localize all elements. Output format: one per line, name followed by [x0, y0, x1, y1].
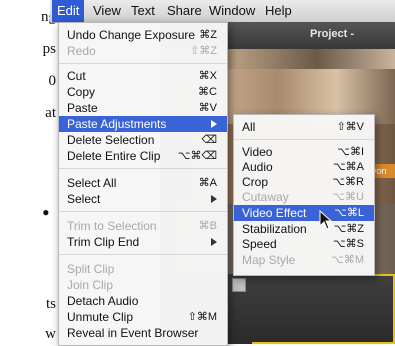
menu-item-trim-to-selection: Trim to Selection ⌘B [59, 218, 227, 234]
menu-separator [59, 168, 227, 169]
menu-shortcut: ⌥⌘I [337, 146, 364, 158]
submenu-item-all[interactable]: All ⇧⌘V [234, 119, 374, 135]
paste-adjustments-submenu: All ⇧⌘V Video ⌥⌘I Audio ⌥⌘A Crop ⌥⌘R Cut… [233, 114, 375, 276]
project-title: Project - Arizona_S [220, 22, 395, 65]
menu-item-label: Map Style [242, 253, 296, 267]
menu-item-label: Undo Change Exposure [67, 28, 196, 42]
page-fragment: w [45, 326, 56, 342]
menu-item-detach-audio[interactable]: Detach Audio [59, 293, 227, 309]
menu-item-undo[interactable]: Undo Change Exposure ⌘Z [59, 27, 227, 43]
menu-shortcut: ⌥⌘A [332, 161, 364, 173]
submenu-item-video[interactable]: Video ⌥⌘I [234, 144, 374, 160]
menu-shortcut: ⇧⌘Z [190, 45, 217, 57]
menu-item-label: Redo [67, 44, 96, 58]
menu-separator [59, 63, 227, 64]
menu-item-cut[interactable]: Cut ⌘X [59, 68, 227, 84]
menu-help[interactable]: Help [260, 0, 297, 22]
page-fragment: 0 [48, 73, 57, 89]
menu-item-label: Reveal in Event Browser [67, 326, 199, 340]
selected-clip[interactable] [252, 274, 395, 344]
submenu-item-speed[interactable]: Speed ⌥⌘S [234, 236, 374, 252]
menu-item-label: Copy [67, 85, 96, 99]
menu-item-label: Stabilization [242, 222, 307, 236]
menu-shortcut: ⌥⌘S [332, 238, 364, 250]
background-page: ng ps 0 at • ts w [0, 0, 60, 344]
menu-item-label: Delete Selection [67, 133, 155, 147]
menu-shortcut: ⌥⌘Z [333, 223, 364, 235]
menu-shortcut: ⌥⌘M [331, 254, 364, 266]
submenu-arrow-icon [211, 238, 217, 246]
menu-shortcut: ⇧⌘V [336, 121, 364, 133]
menu-item-label: All [242, 120, 256, 134]
menu-item-label: Select All [67, 176, 117, 190]
edit-menu: Undo Change Exposure ⌘Z Redo ⇧⌘Z Cut ⌘X … [58, 22, 228, 346]
menu-window[interactable]: Window [204, 0, 260, 22]
page-fragment: ps [42, 41, 56, 57]
menu-item-label: Trim to Selection [67, 219, 157, 233]
submenu-item-crop[interactable]: Crop ⌥⌘R [234, 174, 374, 190]
menu-item-select-all[interactable]: Select All ⌘A [59, 175, 227, 191]
menu-item-label: Delete Entire Clip [67, 149, 161, 163]
menu-item-label: Trim Clip End [67, 235, 140, 249]
menu-shortcut: ⌥⌘L [334, 207, 364, 219]
menu-shortcut: ⌘Z [199, 29, 217, 41]
menu-item-redo: Redo ⇧⌘Z [59, 43, 227, 59]
mouse-pointer-icon [319, 210, 333, 230]
menu-item-paste-adjustments[interactable]: Paste Adjustments [59, 116, 227, 132]
menu-item-paste[interactable]: Paste ⌘V [59, 100, 227, 116]
menu-item-label: Audio [242, 160, 273, 174]
menu-shortcut: ⌥⌘R [332, 176, 364, 188]
menu-item-label: Cutaway [242, 190, 289, 204]
submenu-item-video-effect[interactable]: Video Effect ⌥⌘L [234, 205, 374, 221]
menu-item-reveal-in-event-browser[interactable]: Reveal in Event Browser [59, 325, 227, 341]
menu-separator [234, 139, 374, 140]
menu-item-delete-selection[interactable]: Delete Selection ⌫ [59, 132, 227, 148]
menu-item-select[interactable]: Select [59, 191, 227, 207]
menu-item-unmute-clip[interactable]: Unmute Clip ⇧⌘M [59, 309, 227, 325]
bullet-mark: • [42, 200, 50, 225]
menu-item-trim-clip-end[interactable]: Trim Clip End [59, 234, 227, 250]
menu-separator [59, 254, 227, 255]
menu-shortcut: ⌘B [198, 220, 217, 232]
menu-edit[interactable]: Edit [52, 0, 85, 22]
submenu-arrow-icon [211, 120, 217, 128]
menu-item-label: Join Clip [67, 278, 114, 292]
menu-view[interactable]: View [88, 0, 126, 22]
menu-shortcut: ⌘C [198, 86, 217, 98]
menu-item-split-clip: Split Clip [59, 261, 227, 277]
menu-share[interactable]: Share [162, 0, 207, 22]
clip-icon[interactable] [232, 278, 246, 292]
menu-item-label: Select [67, 192, 101, 206]
submenu-item-stabilization[interactable]: Stabilization ⌥⌘Z [234, 221, 374, 237]
menu-item-label: Cut [67, 69, 86, 83]
page-fragment: at [45, 105, 56, 121]
menu-item-copy[interactable]: Copy ⌘C [59, 84, 227, 100]
menu-item-label: Crop [242, 175, 269, 189]
menu-item-label: Paste [67, 101, 98, 115]
submenu-item-cutaway: Cutaway ⌥⌘U [234, 189, 374, 205]
menu-item-label: Video [242, 145, 273, 159]
menu-item-label: Speed [242, 237, 277, 251]
menu-shortcut: ⌥⌘⌫ [177, 150, 217, 162]
menu-separator [59, 211, 227, 212]
menu-shortcut: ⌘V [198, 102, 217, 114]
menu-shortcut: ⌥⌘U [332, 191, 364, 203]
menu-item-label: Unmute Clip [67, 310, 134, 324]
page-fragment: ts [45, 296, 56, 312]
submenu-arrow-icon [211, 195, 217, 203]
submenu-item-audio[interactable]: Audio ⌥⌘A [234, 159, 374, 175]
menu-shortcut: ⌘X [198, 70, 217, 82]
menu-item-label: Detach Audio [67, 294, 139, 308]
menu-item-label: Split Clip [67, 262, 115, 276]
menu-item-join-clip: Join Clip [59, 277, 227, 293]
menu-shortcut: ⌘A [198, 177, 217, 189]
menu-text[interactable]: Text [126, 0, 160, 22]
menu-item-delete-entire-clip[interactable]: Delete Entire Clip ⌥⌘⌫ [59, 148, 227, 164]
menu-item-label: Video Effect [242, 206, 307, 220]
submenu-item-map-style: Map Style ⌥⌘M [234, 252, 374, 268]
menu-item-label: Paste Adjustments [67, 117, 167, 131]
menu-bar: Edit View Text Share Window Help [50, 0, 395, 23]
menu-shortcut: ⇧⌘M [187, 311, 217, 323]
menu-shortcut: ⌫ [201, 134, 217, 146]
